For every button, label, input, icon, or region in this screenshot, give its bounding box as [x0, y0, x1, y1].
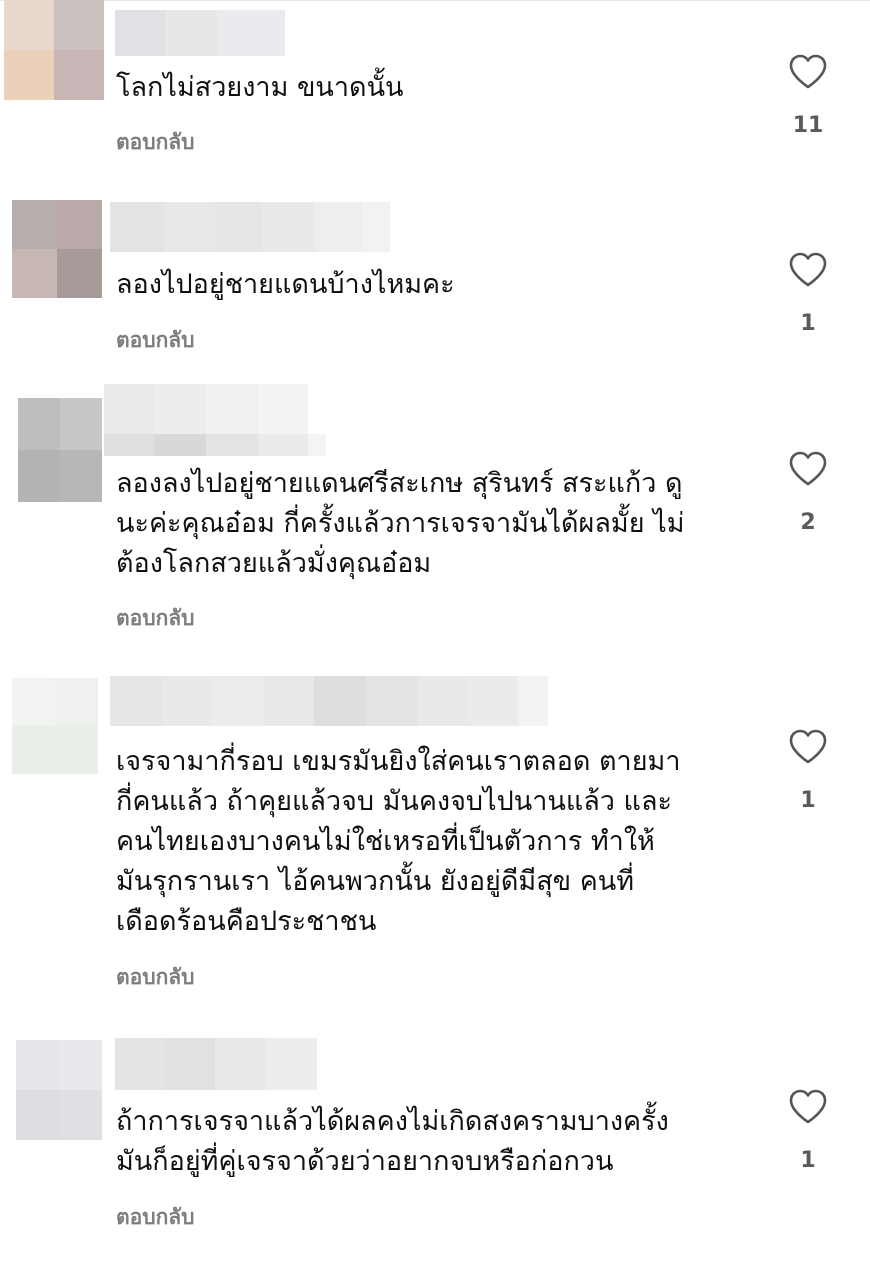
username-redacted[interactable]: [115, 10, 285, 56]
avatar[interactable]: [12, 678, 98, 774]
avatar[interactable]: [4, 0, 104, 100]
username-redacted[interactable]: [110, 676, 548, 726]
heart-outline-icon[interactable]: [788, 451, 828, 487]
comment-text: ลองลงไปอยู่ชายแดนศรีสะเกษ สุรินทร์ สระแก…: [116, 468, 685, 579]
heart-outline-icon[interactable]: [788, 252, 828, 288]
heart-outline-icon[interactable]: [788, 1089, 828, 1125]
like-count: 1: [800, 788, 816, 813]
reply-button[interactable]: ตอบกลับ: [116, 126, 195, 159]
avatar[interactable]: [18, 398, 102, 502]
heart-outline-icon[interactable]: [788, 729, 828, 765]
reply-button[interactable]: ตอบกลับ: [116, 961, 195, 994]
avatar[interactable]: [12, 200, 102, 298]
comment-text: ถ้าการเจรจาแล้วได้ผลคงไม่เกิดสงครามบางคร…: [116, 1106, 669, 1177]
avatar[interactable]: [16, 1040, 102, 1140]
like-count: 2: [800, 510, 816, 535]
reply-button[interactable]: ตอบกลับ: [116, 602, 195, 635]
username-redacted[interactable]: [115, 1038, 317, 1090]
like-count: 1: [800, 311, 816, 336]
heart-outline-icon[interactable]: [788, 54, 828, 90]
comment-text: เจรจามากี่รอบ เขมรมันยิงใส่คนเราตลอด ตาย…: [116, 746, 681, 937]
like-count: 1: [800, 1148, 816, 1173]
reply-button[interactable]: ตอบกลับ: [116, 324, 195, 357]
like-count: 11: [792, 113, 824, 138]
username-redacted[interactable]: [104, 384, 326, 456]
reply-button[interactable]: ตอบกลับ: [116, 1201, 195, 1234]
top-divider: [0, 0, 870, 5]
comment-text: โลกไม่สวยงาม ขนาดนั้น: [116, 72, 404, 103]
username-redacted[interactable]: [110, 202, 390, 252]
comment-text: ลองไปอยู่ชายแดนบ้างไหมคะ: [116, 269, 455, 300]
